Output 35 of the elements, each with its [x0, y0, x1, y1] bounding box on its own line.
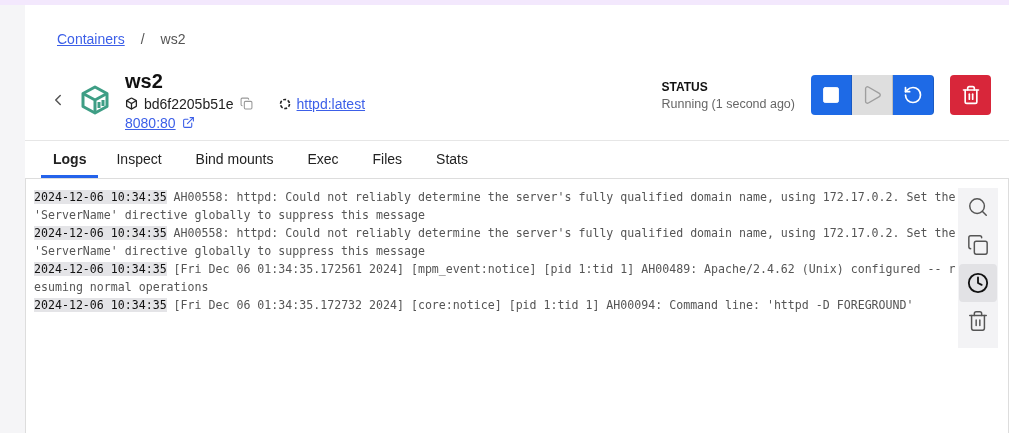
container-name: ws2 — [125, 69, 164, 93]
external-link-icon[interactable] — [181, 116, 195, 129]
stop-icon — [821, 85, 841, 105]
log-line: 2024-12-06 10:34:35 AH00558: httpd: Could not reliably determine the server's fully qualified domain name, using 172.17.0.2. Set the 'ServerName' directive globally to suppress this message — [34, 189, 956, 224]
port-link[interactable]: 8080:80 — [125, 114, 176, 131]
status-text: Running (1 second ago) — [661, 96, 795, 111]
tab[interactable]: Files — [360, 151, 415, 178]
image-link[interactable]: httpd:latest — [296, 95, 366, 112]
tab[interactable]: Stats — [424, 151, 480, 178]
breadcrumb-link[interactable]: Containers — [57, 31, 125, 47]
status-label: STATUS — [661, 79, 709, 94]
copy-icon — [967, 234, 989, 256]
tab[interactable]: Bind mounts — [183, 151, 286, 178]
stop-button[interactable] — [811, 75, 852, 115]
container-icon — [79, 84, 111, 116]
breadcrumb-separator: / — [140, 31, 145, 47]
tab[interactable]: Inspect — [104, 151, 174, 178]
delete-button[interactable] — [950, 75, 991, 115]
restart-icon — [903, 85, 923, 105]
search-icon — [967, 196, 989, 218]
trash-icon — [967, 310, 989, 332]
breadcrumb-current: ws2 — [160, 31, 186, 47]
copy-icon[interactable] — [239, 97, 253, 110]
timestamps-tool-button[interactable] — [959, 264, 997, 302]
clock-icon — [967, 272, 989, 294]
cube-icon — [125, 97, 138, 110]
trash-icon — [960, 85, 981, 105]
container-id: bd6f2205b51e — [144, 95, 234, 112]
image-icon — [278, 97, 291, 110]
restart-button[interactable] — [893, 75, 934, 115]
tab[interactable]: Logs — [41, 151, 99, 178]
tab[interactable]: Exec — [295, 151, 351, 178]
log-line: 2024-12-06 10:34:35 AH00558: httpd: Could not reliably determine the server's fully qualified domain name, using 172.17.0.2. Set the 'ServerName' directive globally to suppress this message — [34, 225, 956, 260]
log-line: 2024-12-06 10:34:35 [Fri Dec 06 01:34:35.172732 2024] [core:notice] [pid 1:tid 1] AH00094: Command line: 'httpd -D FOREGROUND' — [34, 297, 915, 314]
log-line: 2024-12-06 10:34:35 [Fri Dec 06 01:34:35.172561 2024] [mpm_event:notice] [pid 1:tid 1] AH00489: Apache/2.4.62 (Unix) configured -- resuming normal operations — [34, 261, 956, 296]
